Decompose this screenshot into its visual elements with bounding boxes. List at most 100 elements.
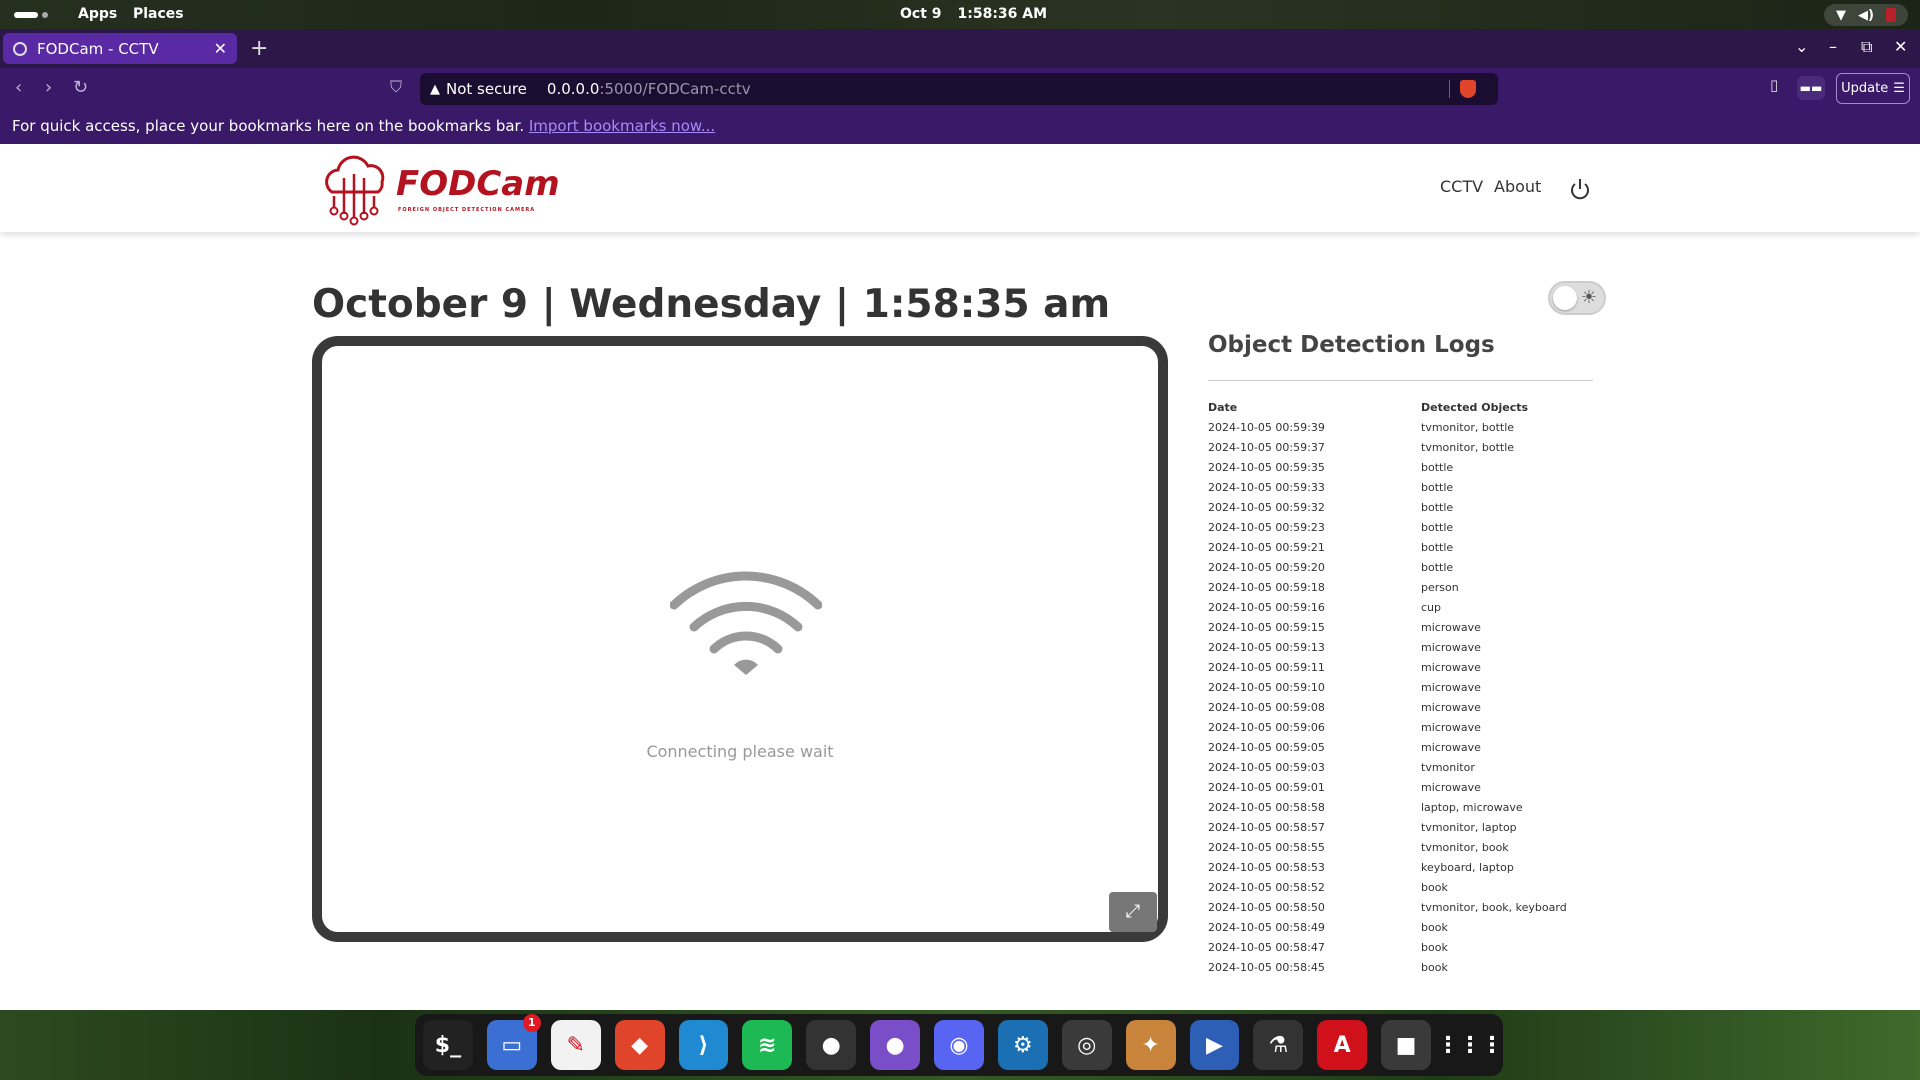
github-icon[interactable]: ● bbox=[806, 1020, 857, 1070]
update-button[interactable]: Update ☰ bbox=[1836, 73, 1910, 104]
clock[interactable]: Oct 9 1:58:36 AM bbox=[900, 6, 1047, 22]
app-grid-icon[interactable]: ⋮⋮⋮ bbox=[1437, 1020, 1503, 1070]
steam-icon[interactable]: ⚙ bbox=[997, 1020, 1048, 1070]
log-objects: microwave bbox=[1421, 781, 1481, 794]
address-bar[interactable]: ▲ Not secure 0.0.0.0 :5000/FODCam-cctv bbox=[420, 73, 1498, 105]
files-icon[interactable]: ▭ 1 bbox=[486, 1014, 541, 1070]
fodcam-logo[interactable]: FODCam FOREIGN OBJECT DETECTION CAMERA bbox=[318, 152, 568, 226]
log-date: 2024-10-05 00:59:32 bbox=[1208, 501, 1325, 514]
bookmarks-hint: For quick access, place your bookmarks h… bbox=[12, 117, 525, 135]
log-date: 2024-10-05 00:58:47 bbox=[1208, 941, 1325, 954]
game-icon[interactable]: ✦ bbox=[1125, 1020, 1176, 1070]
log-date: 2024-10-05 00:59:37 bbox=[1208, 441, 1325, 454]
close-tab-icon[interactable]: ✕ bbox=[214, 39, 227, 58]
table-row: 2024-10-05 00:59:08 microwave bbox=[1208, 698, 1593, 718]
new-tab-button[interactable]: + bbox=[250, 36, 268, 61]
bookmark-icon[interactable]: ⛉ bbox=[390, 77, 402, 97]
system-top-bar: Apps Places Oct 9 1:58:36 AM ▼ ◀) bbox=[0, 0, 1920, 29]
sidebar-icon[interactable]: ▯ bbox=[1770, 76, 1778, 94]
system-tray[interactable]: ▼ ◀) bbox=[1824, 4, 1908, 26]
table-row: 2024-10-05 00:59:35 bottle bbox=[1208, 458, 1593, 478]
log-date: 2024-10-05 00:59:23 bbox=[1208, 521, 1325, 534]
log-date: 2024-10-05 00:59:16 bbox=[1208, 601, 1325, 614]
url-path: :5000/FODCam-cctv bbox=[599, 80, 751, 98]
inkscape-icon[interactable]: ⚗ bbox=[1253, 1020, 1304, 1070]
close-window-icon[interactable]: ✕ bbox=[1894, 37, 1907, 56]
wallet-icon[interactable]: ▬▬ bbox=[1797, 76, 1825, 100]
spotify-icon[interactable]: ≋ bbox=[742, 1020, 793, 1070]
clock-date: Oct 9 bbox=[900, 6, 942, 22]
table-row: 2024-10-05 00:59:20 bottle bbox=[1208, 558, 1593, 578]
log-objects: bottle bbox=[1421, 461, 1454, 474]
log-objects: microwave bbox=[1421, 741, 1481, 754]
log-objects: microwave bbox=[1421, 641, 1481, 654]
log-objects: person bbox=[1421, 581, 1459, 594]
log-date: 2024-10-05 00:58:45 bbox=[1208, 961, 1325, 974]
github-desktop-icon[interactable]: ● bbox=[870, 1020, 920, 1070]
log-date: 2024-10-05 00:58:52 bbox=[1208, 881, 1325, 894]
volume-icon: ◀) bbox=[1858, 7, 1874, 23]
log-objects: bottle bbox=[1421, 541, 1454, 554]
log-objects: tvmonitor, bottle bbox=[1421, 421, 1515, 434]
log-objects: bottle bbox=[1421, 561, 1454, 574]
vscode-icon[interactable]: ⟩ bbox=[678, 1020, 729, 1070]
url-divider bbox=[1449, 80, 1450, 98]
logs-header-row: Date Detected Objects bbox=[1208, 398, 1593, 418]
discord-icon[interactable]: ◉ bbox=[934, 1020, 984, 1070]
theme-toggle[interactable]: ☀ bbox=[1548, 281, 1606, 315]
maximize-icon[interactable]: ⧉ bbox=[1861, 37, 1872, 57]
log-objects: tvmonitor, book, keyboard bbox=[1421, 901, 1567, 914]
tab-title: FODCam - CCTV bbox=[37, 39, 159, 58]
brave-shields-icon[interactable] bbox=[1460, 80, 1476, 98]
power-icon[interactable] bbox=[1569, 178, 1591, 202]
nav-about[interactable]: About bbox=[1494, 177, 1541, 196]
app-glyph: ◎ bbox=[1077, 1032, 1097, 1058]
log-date: 2024-10-05 00:59:01 bbox=[1208, 781, 1325, 794]
brave-icon[interactable]: ◆ bbox=[614, 1020, 665, 1070]
tab-search-icon[interactable]: ⌄ bbox=[1795, 37, 1808, 56]
log-objects: book bbox=[1421, 921, 1448, 934]
video-editor-icon[interactable]: ▶ bbox=[1189, 1020, 1240, 1070]
table-row: 2024-10-05 00:59:10 microwave bbox=[1208, 678, 1593, 698]
app-glyph: ⟩ bbox=[698, 1032, 709, 1058]
apps-menu[interactable]: Apps bbox=[78, 6, 117, 22]
fullscreen-button[interactable]: ⤢ bbox=[1109, 892, 1157, 932]
security-label[interactable]: Not secure bbox=[446, 80, 527, 98]
table-row: 2024-10-05 00:58:49 book bbox=[1208, 918, 1593, 938]
logs-col-objects: Detected Objects bbox=[1421, 401, 1529, 414]
nav-cctv[interactable]: CCTV bbox=[1440, 177, 1483, 196]
workspace-dot bbox=[42, 12, 48, 18]
pdf-icon[interactable]: A bbox=[1317, 1020, 1368, 1070]
log-date: 2024-10-05 00:58:49 bbox=[1208, 921, 1325, 934]
cloud-circuit-icon bbox=[325, 155, 385, 226]
log-date: 2024-10-05 00:59:33 bbox=[1208, 481, 1325, 494]
import-bookmarks-link[interactable]: Import bookmarks now... bbox=[529, 117, 715, 135]
log-objects: microwave bbox=[1421, 721, 1481, 734]
back-icon[interactable]: ‹ bbox=[15, 77, 22, 98]
sun-icon: ☀ bbox=[1580, 287, 1597, 308]
table-row: 2024-10-05 00:59:33 bottle bbox=[1208, 478, 1593, 498]
text-editor-icon[interactable]: ✎ bbox=[550, 1020, 601, 1070]
places-menu[interactable]: Places bbox=[133, 6, 184, 22]
log-objects: microwave bbox=[1421, 621, 1481, 634]
terminal-icon[interactable]: $_ bbox=[423, 1020, 473, 1070]
page-title: October 9 | Wednesday | 1:58:35 am bbox=[312, 282, 1111, 327]
screen-recorder-icon[interactable]: ■ bbox=[1381, 1020, 1431, 1070]
wifi-icon bbox=[670, 571, 822, 675]
log-objects: book bbox=[1421, 941, 1448, 954]
tab-fodcam[interactable]: FODCam - CCTV ✕ bbox=[3, 33, 237, 64]
activities-button[interactable] bbox=[14, 12, 48, 18]
minimize-icon[interactable]: – bbox=[1829, 37, 1837, 56]
table-row: 2024-10-05 00:58:58 laptop, microwave bbox=[1208, 798, 1593, 818]
tab-strip: FODCam - CCTV ✕ + ⌄ – ⧉ ✕ bbox=[0, 29, 1920, 68]
obs-icon[interactable]: ◎ bbox=[1061, 1020, 1112, 1070]
reload-icon[interactable]: ↻ bbox=[73, 77, 88, 98]
url-host: 0.0.0.0 bbox=[546, 80, 600, 98]
log-date: 2024-10-05 00:59:13 bbox=[1208, 641, 1325, 654]
log-date: 2024-10-05 00:59:20 bbox=[1208, 561, 1325, 574]
workspace-indicator bbox=[14, 12, 38, 18]
forward-icon[interactable]: › bbox=[45, 77, 52, 98]
table-row: 2024-10-05 00:59:16 cup bbox=[1208, 598, 1593, 618]
log-objects: tvmonitor, laptop bbox=[1421, 821, 1517, 834]
wifi-icon: ▼ bbox=[1836, 7, 1846, 23]
